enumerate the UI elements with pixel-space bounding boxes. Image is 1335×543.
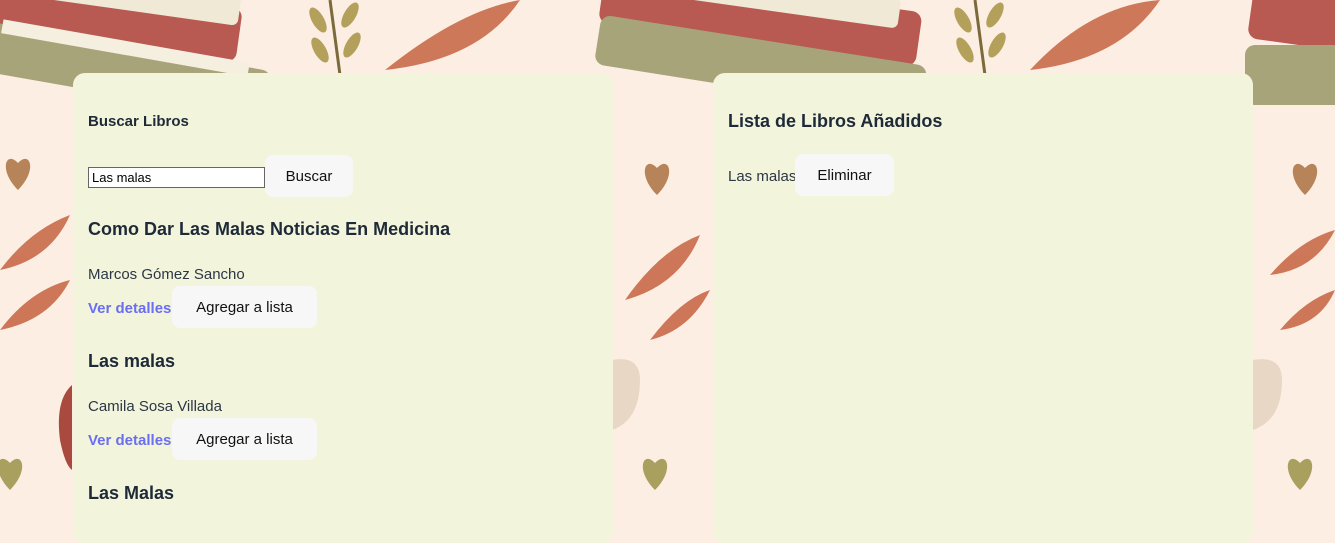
search-button[interactable]: Buscar (265, 155, 353, 197)
search-input[interactable] (88, 167, 265, 188)
list-item-title: Las malas (728, 168, 797, 185)
list-heading: Lista de Libros Añadidos (728, 111, 943, 131)
remove-button[interactable]: Eliminar (795, 154, 894, 196)
search-heading: Buscar Libros (88, 113, 189, 130)
search-panel: Buscar Libros Buscar Como Dar Las Malas … (73, 73, 613, 543)
view-details-link[interactable]: Ver detalles (88, 432, 171, 449)
result-title: Como Dar Las Malas Noticias En Medicina (88, 219, 451, 239)
view-details-link[interactable]: Ver detalles (88, 300, 171, 317)
result-author: Camila Sosa Villada (88, 398, 222, 415)
result-author: Marcos Gómez Sancho (88, 266, 245, 283)
result-title: Las malas (88, 351, 176, 371)
added-books-panel: Lista de Libros Añadidos Las malas Elimi… (713, 73, 1253, 543)
add-to-list-button[interactable]: Agregar a lista (172, 286, 317, 328)
add-to-list-button[interactable]: Agregar a lista (172, 418, 317, 460)
result-title: Las Malas (88, 483, 175, 503)
